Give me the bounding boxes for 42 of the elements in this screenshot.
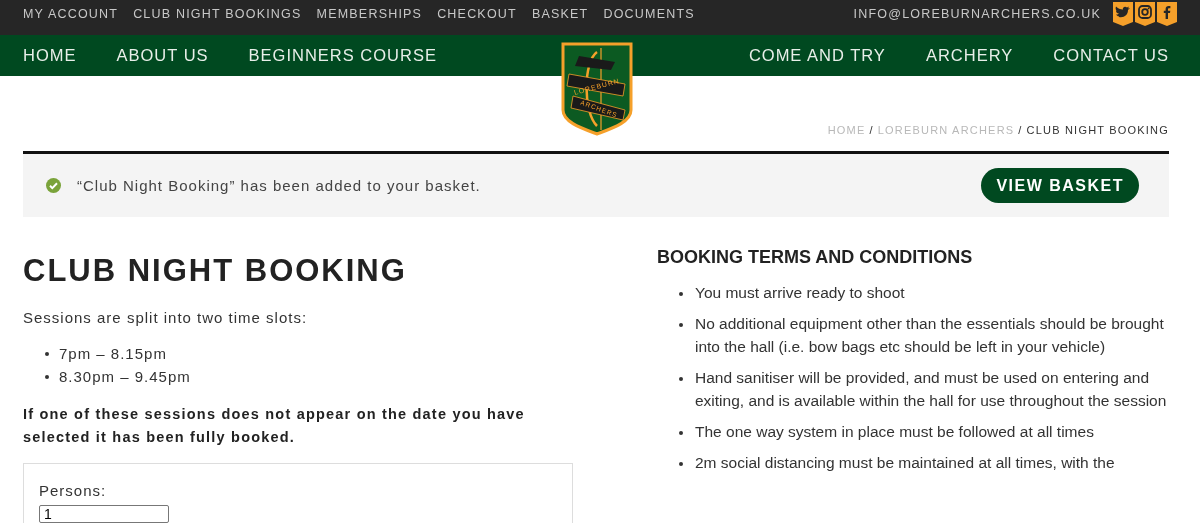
warning-text: If one of these sessions does not appear on the date you have selected it has been fully booked. (23, 405, 526, 447)
terms-item: The one way system in place must be followed at all times (695, 422, 1094, 442)
time-slot: 8.30pm – 9.45pm (59, 365, 191, 388)
persons-field[interactable]: 1 (39, 505, 169, 523)
account-link[interactable]: MY ACCOUNT (23, 7, 119, 21)
email-link[interactable]: INFO@LOREBURNARCHERS.CO.UK (853, 7, 1101, 21)
bullet-icon (45, 352, 49, 356)
camera-icon[interactable] (1135, 2, 1155, 26)
bullet-icon (679, 462, 683, 466)
facebook-icon[interactable] (1157, 2, 1177, 26)
terms-heading: BOOKING TERMS AND CONDITIONS (657, 246, 974, 269)
persons-label: Persons: (39, 482, 108, 499)
time-slot: 7pm – 8.15pm (59, 342, 167, 365)
account-link[interactable]: DOCUMENTS (603, 7, 695, 21)
nav-link[interactable]: ARCHERY (925, 46, 1014, 65)
breadcrumb-separator: / (1018, 124, 1023, 138)
nav-link[interactable]: COME AND TRY (748, 46, 886, 65)
terms-item: Hand sanitiser will be provided, and must be used on entering and exiting, and is available within the hall for use throughout the session (695, 368, 1168, 411)
check-circle-icon (46, 178, 61, 193)
breadcrumb-separator: / (869, 124, 874, 138)
account-link[interactable]: MEMBERSHIPS (316, 7, 423, 21)
terms-item: 2m social distancing must be maintained at all times, with the (695, 453, 1115, 473)
breadcrumb-link[interactable]: CLUB NIGHT BOOKING (1026, 124, 1169, 138)
view-basket-button[interactable]: VIEW BASKET (981, 168, 1139, 203)
terms-item: You must arrive ready to shoot (695, 283, 905, 303)
account-link[interactable]: CHECKOUT (437, 7, 517, 21)
page-title: CLUB NIGHT BOOKING (23, 253, 408, 289)
bird-icon[interactable] (1113, 2, 1133, 26)
bullet-icon (45, 375, 49, 379)
intro-text: Sessions are split into two time slots: (23, 309, 309, 326)
notice-message: “Club Night Booking” has been added to your basket. (77, 177, 481, 194)
bullet-icon (679, 377, 683, 381)
bullet-icon (679, 292, 683, 296)
bullet-icon (679, 323, 683, 327)
terms-item: No additional equipment other than the essentials should be brought into the hall (i.e. bow bags etc should be left in your vehicle) (695, 314, 1165, 357)
bullet-icon (679, 431, 683, 435)
account-link[interactable]: BASKET (531, 7, 589, 21)
nav-link[interactable]: HOME (23, 46, 77, 65)
nav-link[interactable]: ABOUT US (116, 46, 209, 65)
account-link[interactable]: CLUB NIGHT BOOKINGS (133, 7, 302, 21)
nav-link[interactable]: BEGINNERS COURSE (248, 46, 437, 65)
nav-link[interactable]: CONTACT US (1053, 46, 1169, 65)
